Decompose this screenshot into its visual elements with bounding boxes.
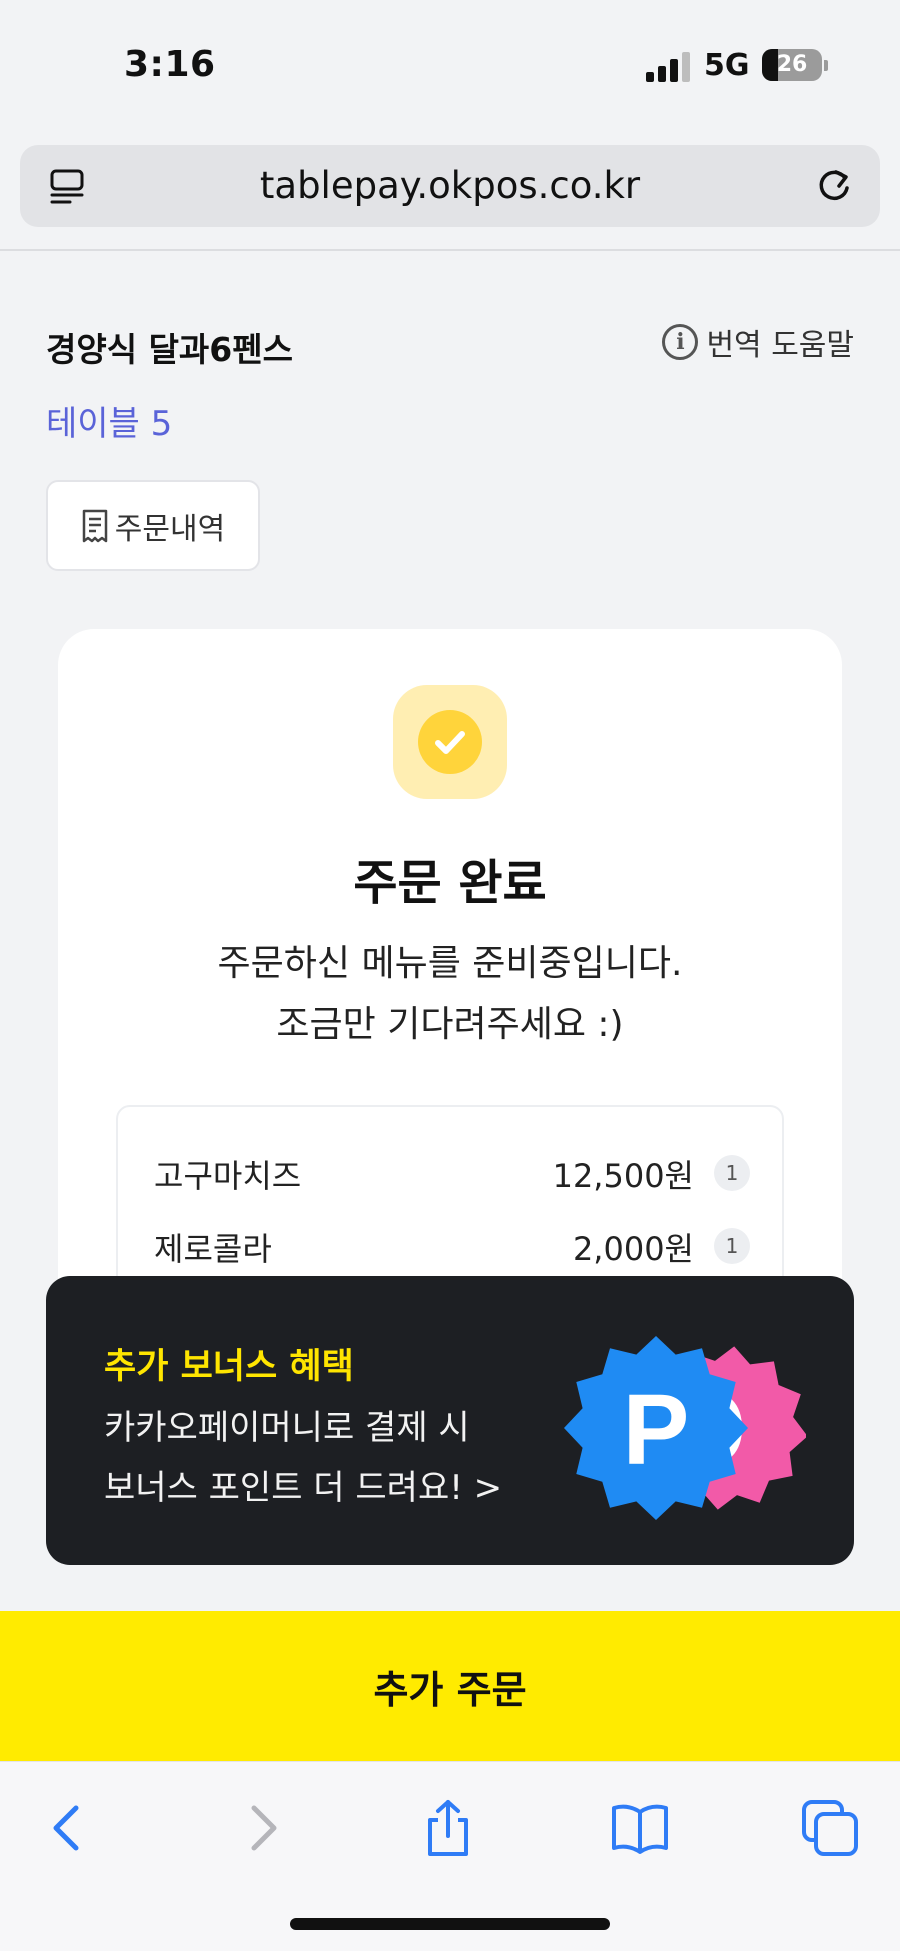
url-text[interactable]: tablepay.okpos.co.kr	[20, 145, 880, 227]
table-label: 테이블 5	[46, 404, 173, 444]
share-icon[interactable]	[418, 1798, 478, 1858]
item-name: 고구마치즈	[154, 1157, 302, 1195]
bookmarks-icon[interactable]	[610, 1798, 670, 1858]
check-icon	[418, 710, 482, 774]
battery-icon: 26	[762, 49, 822, 81]
list-item: 고구마치즈 12,500원 1	[118, 1151, 782, 1201]
kakaopay-points-icon: P	[564, 1336, 806, 1520]
check-badge	[393, 685, 507, 799]
item-price: 2,000원	[572, 1230, 694, 1268]
order-complete-card: 주문 완료 주문하신 메뉴를 준비중입니다. 조금만 기다려주세요 :) 고구마…	[58, 629, 842, 1345]
add-order-button[interactable]: 추가 주문	[0, 1611, 900, 1761]
logo-letter: P	[623, 1374, 690, 1486]
back-icon[interactable]	[38, 1798, 98, 1858]
item-name: 제로콜라	[154, 1230, 272, 1268]
reload-icon[interactable]	[812, 164, 856, 208]
home-indicator	[290, 1918, 610, 1930]
network-label: 5G	[704, 48, 750, 83]
forward-icon[interactable]	[232, 1798, 292, 1858]
kakaopay-promo-banner[interactable]: 추가 보너스 혜택 카카오페이머니로 결제 시 보너스 포인트 더 드려요! >…	[46, 1276, 854, 1565]
promo-line1: 카카오페이머니로 결제 시	[104, 1408, 470, 1448]
order-history-label: 주문내역	[114, 511, 226, 547]
order-message-line1: 주문하신 메뉴를 준비중입니다.	[217, 943, 683, 984]
signal-icon	[646, 52, 690, 82]
order-complete-title: 주문 완료	[353, 855, 547, 911]
status-bar: 3:16 5G 26	[0, 0, 900, 130]
list-item: 제로콜라 2,000원 1	[118, 1224, 782, 1274]
receipt-icon	[82, 509, 108, 542]
order-history-button[interactable]: 주문내역	[46, 480, 260, 571]
status-time: 3:16	[124, 44, 216, 85]
translate-help-link[interactable]: i 번역 도움말	[662, 322, 854, 363]
address-bar[interactable]: tablepay.okpos.co.kr	[20, 145, 880, 227]
item-qty-badge: 1	[714, 1228, 750, 1264]
store-name: 경양식 달과6펜스	[46, 330, 293, 369]
tabs-icon[interactable]	[800, 1798, 860, 1858]
promo-line2: 보너스 포인트 더 드려요! >	[104, 1468, 503, 1508]
translate-help-label: 번역 도움말	[706, 328, 854, 363]
divider	[0, 249, 900, 251]
promo-title: 추가 보너스 혜택	[104, 1347, 354, 1387]
battery-tip	[824, 60, 828, 71]
item-qty-badge: 1	[714, 1155, 750, 1191]
item-price: 12,500원	[552, 1157, 694, 1195]
order-message-line2: 조금만 기다려주세요 :)	[276, 1004, 624, 1045]
battery-level: 26	[776, 52, 808, 77]
info-icon: i	[662, 324, 699, 360]
